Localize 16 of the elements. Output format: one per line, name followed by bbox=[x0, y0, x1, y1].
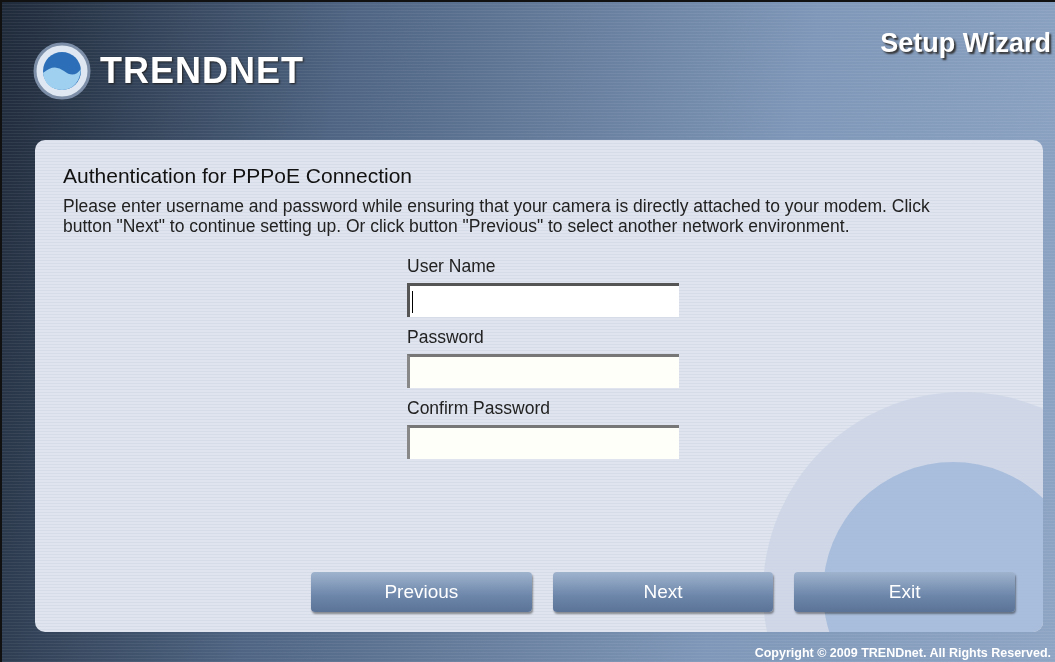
field-label: Password bbox=[407, 327, 485, 349]
brand-logo-text: TRENDNET bbox=[100, 50, 304, 92]
copyright-text: Copyright © 2009 TRENDnet. All Rights Reserved. bbox=[754, 646, 1051, 660]
section-heading: Authentication for PPPoE Connection bbox=[63, 164, 414, 188]
wizard-button[interactable]: Exit bbox=[794, 572, 1015, 612]
instructions-text: Please enter username and password while ensuring that your camera is directly attached to your modem. Click button "Next" to continue setting up. Or click button "Previous" to select another network environment. bbox=[63, 196, 931, 236]
wizard-title: Setup Wizard bbox=[880, 28, 1051, 59]
input-field[interactable] bbox=[407, 283, 679, 317]
field-label: Confirm Password bbox=[407, 398, 551, 420]
input-field[interactable] bbox=[407, 425, 679, 459]
field-label: User Name bbox=[407, 256, 497, 278]
input-field[interactable] bbox=[407, 354, 679, 388]
text-cursor bbox=[412, 290, 413, 313]
wizard-button[interactable]: Next bbox=[552, 572, 774, 612]
globe-logo-icon bbox=[32, 41, 92, 101]
wizard-button[interactable]: Previous bbox=[311, 572, 532, 612]
